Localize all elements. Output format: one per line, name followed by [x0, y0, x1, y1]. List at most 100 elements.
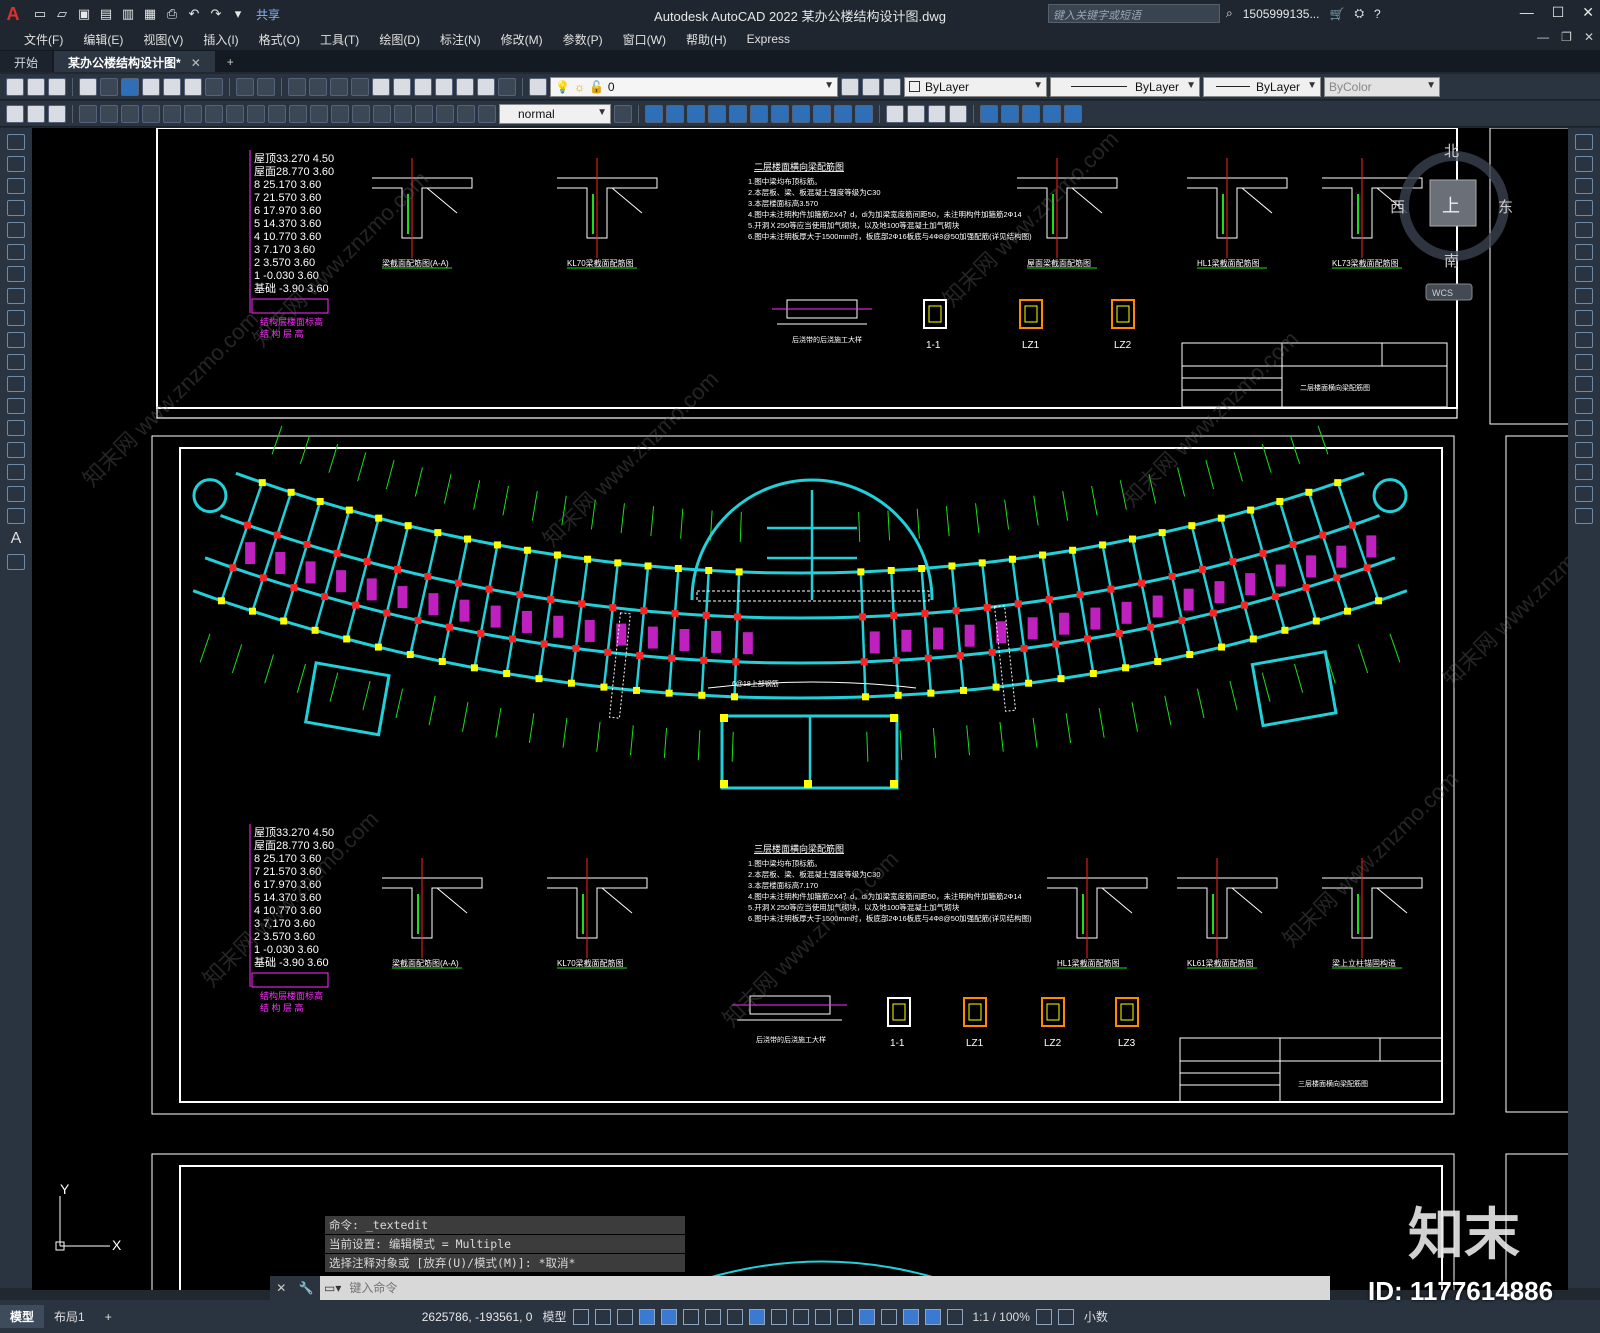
transparency-icon[interactable] — [792, 1308, 809, 1325]
quick-dim-icon[interactable] — [247, 104, 265, 123]
dim-text-edit-icon[interactable] — [457, 104, 475, 123]
save-as-icon[interactable]: ▤ — [96, 4, 116, 24]
construction-line-icon[interactable] — [7, 156, 25, 172]
command-prompt-icon[interactable]: ▭▾ — [324, 1281, 341, 1295]
viewcube-top[interactable]: 上 — [1442, 196, 1460, 216]
close-command-icon[interactable]: ✕ — [276, 1281, 286, 1295]
search-icon[interactable]: ⌕ — [1226, 6, 1233, 21]
dim-aligned-icon[interactable] — [100, 104, 118, 123]
save-file-icon[interactable] — [48, 77, 66, 96]
doc-minimize-icon[interactable]: — — [1537, 30, 1549, 44]
dimstyle-dropdown[interactable]: normal ▼ — [499, 103, 611, 124]
modify-icon-3[interactable] — [687, 104, 705, 123]
qat-dropdown-icon[interactable]: ▾ — [228, 4, 248, 24]
plotstyle-dropdown[interactable]: ByColor ▼ — [1324, 76, 1440, 97]
ortho-icon[interactable] — [660, 1308, 677, 1325]
layer-previous-icon[interactable] — [862, 77, 880, 96]
menu-insert[interactable]: 插入(I) — [193, 31, 248, 48]
move-icon[interactable] — [1575, 244, 1593, 260]
3d-osnap-icon[interactable] — [836, 1308, 853, 1325]
modify-icon-5[interactable] — [729, 104, 747, 123]
lineweight-dropdown[interactable]: ByLayer ▼ — [1203, 76, 1321, 97]
isodraft-icon[interactable] — [704, 1308, 721, 1325]
customize-icon[interactable]: 🔧 — [299, 1281, 314, 1295]
user-account[interactable]: 1505999135... — [1243, 7, 1320, 21]
layer-properties-icon[interactable] — [529, 77, 547, 96]
insert-block-icon[interactable] — [7, 376, 25, 392]
sheet-set-icon[interactable] — [435, 77, 453, 96]
dim-arc-icon[interactable] — [121, 104, 139, 123]
menu-view[interactable]: 视图(V) — [133, 31, 193, 48]
array-icon[interactable] — [1575, 222, 1593, 238]
save-icon[interactable]: ▣ — [74, 4, 94, 24]
ref-icon-4[interactable] — [1043, 104, 1061, 123]
tool-palettes-icon[interactable] — [414, 77, 432, 96]
scale-icon[interactable] — [1575, 288, 1593, 304]
menu-format[interactable]: 格式(O) — [249, 31, 310, 48]
help-tool-icon[interactable] — [498, 77, 516, 96]
polygon-icon[interactable] — [7, 200, 25, 216]
stretch-icon[interactable] — [1575, 310, 1593, 326]
color-dropdown[interactable]: ByLayer ▼ — [904, 76, 1047, 97]
modify-icon-4[interactable] — [708, 104, 726, 123]
annotation-visibility-icon[interactable] — [924, 1308, 941, 1325]
block-icon-2[interactable] — [907, 104, 925, 123]
modify-icon-9[interactable] — [813, 104, 831, 123]
menu-tools[interactable]: 工具(T) — [310, 31, 369, 48]
mtext-icon[interactable]: A — [11, 530, 22, 548]
match-properties-icon[interactable] — [205, 77, 223, 96]
print-icon[interactable]: ⎙ — [162, 4, 182, 24]
offset-icon[interactable] — [1575, 200, 1593, 216]
layer-state-icon[interactable] — [883, 77, 901, 96]
doc-close-icon[interactable]: ✕ — [1584, 30, 1594, 44]
publish-icon[interactable] — [121, 77, 139, 96]
undo-tool-icon[interactable] — [236, 77, 254, 96]
markup-icon[interactable] — [456, 77, 474, 96]
modify-icon-2[interactable] — [666, 104, 684, 123]
model-space-button[interactable]: 模型 — [542, 1308, 566, 1325]
menu-file[interactable]: 文件(F) — [14, 31, 73, 48]
gradient-icon[interactable] — [7, 464, 25, 480]
preview-icon[interactable] — [100, 77, 118, 96]
tab-start[interactable]: 开始 — [0, 51, 53, 72]
rectangle-icon[interactable] — [7, 222, 25, 238]
menu-parametric[interactable]: 参数(P) — [553, 31, 613, 48]
share-button[interactable]: 共享 — [256, 6, 280, 23]
selection-cycling-icon[interactable] — [814, 1308, 831, 1325]
ref-icon-3[interactable] — [1022, 104, 1040, 123]
dynamic-ucs-icon[interactable] — [858, 1308, 875, 1325]
tool-icon-b[interactable] — [27, 104, 45, 123]
dim-update-icon[interactable] — [478, 104, 496, 123]
mirror-icon[interactable] — [1575, 178, 1593, 194]
command-input[interactable] — [341, 1278, 1330, 1298]
block-icon-3[interactable] — [928, 104, 946, 123]
chamfer-icon[interactable] — [1575, 442, 1593, 458]
tab-close-icon[interactable]: ✕ — [191, 56, 201, 70]
auto-scale-icon[interactable] — [946, 1308, 963, 1325]
modify-icon-1[interactable] — [645, 104, 663, 123]
menu-window[interactable]: 窗口(W) — [613, 31, 676, 48]
wcs-label[interactable]: WCS — [1432, 288, 1453, 298]
dim-continue-icon[interactable] — [289, 104, 307, 123]
autocad-logo[interactable]: A — [0, 1, 26, 27]
dim-jogged-icon[interactable] — [184, 104, 202, 123]
erase-icon[interactable] — [1575, 134, 1593, 150]
dim-break-icon[interactable] — [331, 104, 349, 123]
dim-linear-icon[interactable] — [79, 104, 97, 123]
undo-icon[interactable]: ↶ — [184, 4, 204, 24]
viewcube-north[interactable]: 北 — [1444, 143, 1459, 160]
copy-object-icon[interactable] — [1575, 156, 1593, 172]
dim-angular-icon[interactable] — [226, 104, 244, 123]
jogged-linear-icon[interactable] — [415, 104, 433, 123]
inspection-icon[interactable] — [394, 104, 412, 123]
dim-radius-icon[interactable] — [163, 104, 181, 123]
search-input[interactable]: 键入关键字或短语 — [1048, 4, 1220, 23]
hatch-icon[interactable] — [7, 442, 25, 458]
polyline-icon[interactable] — [7, 178, 25, 194]
break-point-icon[interactable] — [1575, 376, 1593, 392]
dim-diameter-icon[interactable] — [205, 104, 223, 123]
ref-icon-5[interactable] — [1064, 104, 1082, 123]
dynamic-input-icon[interactable] — [638, 1308, 655, 1325]
minimize-icon[interactable]: — — [1520, 4, 1534, 21]
circle-icon[interactable] — [7, 266, 25, 282]
